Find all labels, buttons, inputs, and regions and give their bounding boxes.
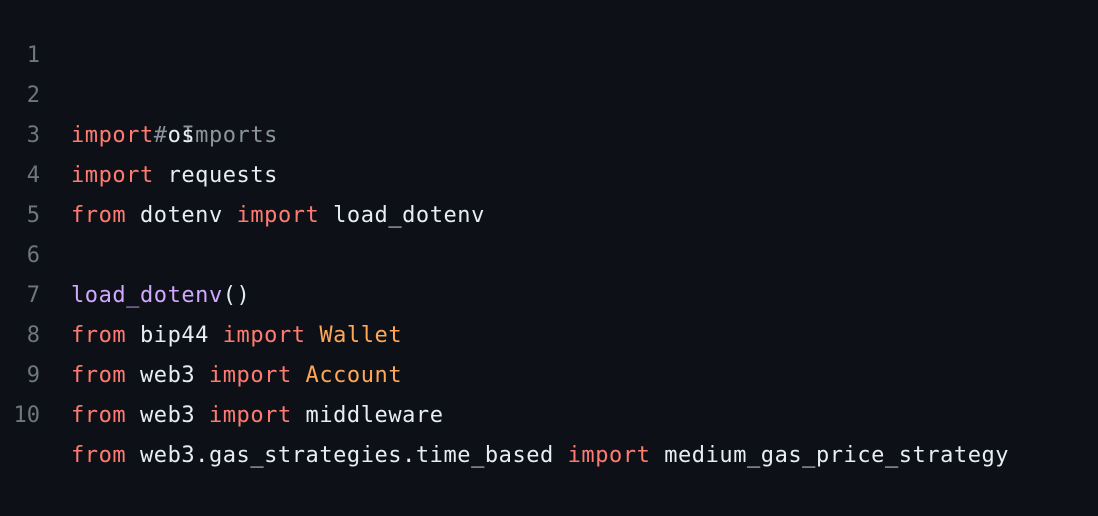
code-line: 4 from dotenv import load_dotenv	[0, 116, 1098, 228]
code-editor[interactable]: 1 # Imports 2 import os 3 import request…	[0, 0, 1098, 468]
keyword-token: from	[71, 403, 127, 428]
code-line: 9 from web3 import middleware	[0, 316, 1098, 428]
code-line: 5	[0, 156, 1098, 228]
line-number: 10	[13, 403, 41, 428]
code-line: 1 # Imports	[0, 0, 1098, 148]
code-line: 6 load_dotenv()	[0, 196, 1098, 308]
code-content: from web3.gas_strategies.time_based impo…	[71, 436, 1009, 476]
code-line: 2 import os	[0, 36, 1098, 148]
code-line: 7 from bip44 import Wallet	[0, 236, 1098, 348]
plain-token: web3.gas_strategies.time_based	[126, 443, 568, 468]
plain-token: medium_gas_price_strategy	[650, 443, 1010, 468]
code-line: 10 from web3.gas_strategies.time_based i…	[0, 356, 1098, 468]
code-line: 3 import requests	[0, 76, 1098, 188]
plain-token: web3	[126, 403, 209, 428]
keyword-token: from	[71, 443, 127, 468]
code-content: from web3 import middleware	[71, 396, 444, 436]
keyword-token: import	[567, 443, 651, 468]
code-line: 8 from web3 import Account	[0, 276, 1098, 388]
keyword-token: import	[208, 403, 292, 428]
plain-token: middleware	[291, 403, 444, 428]
